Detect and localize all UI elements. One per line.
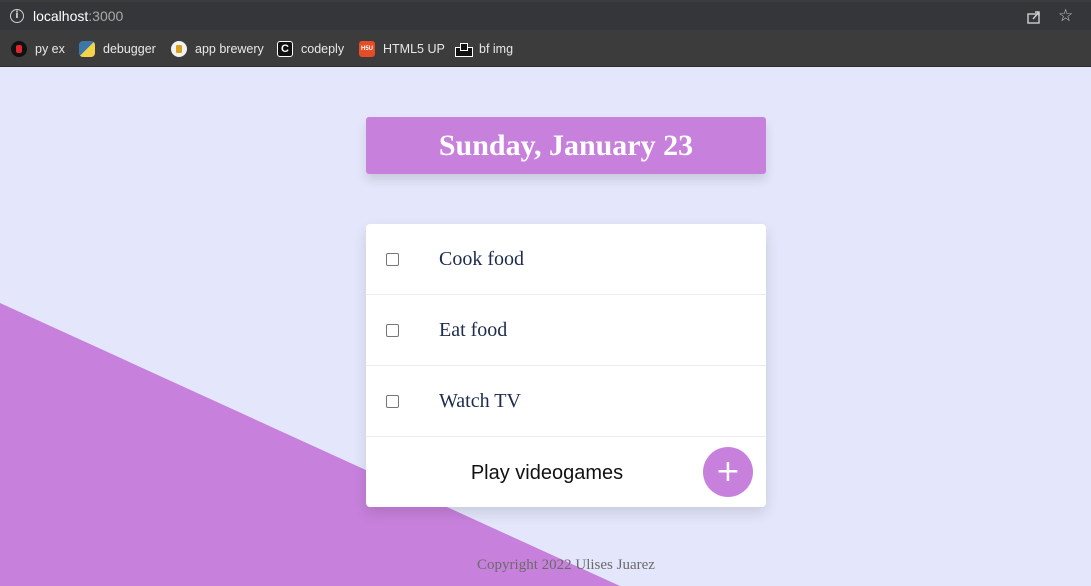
bookmark-label: HTML5 UP [383, 42, 445, 56]
share-icon[interactable] [1026, 9, 1042, 25]
item-checkbox[interactable] [386, 394, 399, 408]
add-item-form: + [366, 437, 766, 507]
bookmark-label: app brewery [195, 42, 264, 56]
star-icon[interactable]: ☆ [1058, 7, 1073, 25]
list-item: Eat food [366, 295, 766, 366]
app-brewery-favicon-icon [171, 41, 187, 57]
py-ex-favicon-icon [11, 41, 27, 57]
html5up-favicon-icon: H5U [359, 41, 375, 57]
bookmark-py-ex[interactable]: py ex [11, 40, 65, 58]
item-label: Eat food [439, 318, 508, 341]
list-item: Cook food [366, 224, 766, 295]
bookmark-debugger[interactable]: debugger [79, 40, 156, 58]
item-label: Watch TV [439, 389, 521, 412]
bookmark-bf-img[interactable]: bf img [455, 40, 513, 58]
url-host: localhost [33, 8, 89, 24]
todo-list: Cook food Eat food Watch TV + [366, 224, 766, 507]
bookmark-label: codeply [301, 42, 345, 56]
bookmarks-bar: py ex debugger app brewery C codeply H5U… [0, 32, 1091, 67]
new-item-input[interactable] [402, 453, 692, 493]
info-icon[interactable]: i [10, 9, 24, 23]
list-item: Watch TV [366, 366, 766, 437]
browser-toolbar: i localhost:3000 ☆ [0, 0, 1091, 32]
url-text[interactable]: localhost:3000 [33, 8, 123, 24]
bookmark-codeply[interactable]: C codeply [277, 40, 344, 58]
address-bar[interactable]: i localhost:3000 ☆ [0, 2, 1091, 30]
bookmark-app-brewery[interactable]: app brewery [171, 40, 264, 58]
bookmark-html5-up[interactable]: H5U HTML5 UP [359, 40, 445, 58]
date-heading: Sunday, January 23 [366, 117, 766, 174]
item-checkbox[interactable] [386, 252, 399, 266]
add-button[interactable]: + [703, 447, 753, 497]
bf-img-favicon-icon [455, 41, 473, 57]
footer-copyright: Copyright 2022 Ulises Juarez [477, 557, 655, 573]
bookmark-label: bf img [479, 42, 514, 56]
codeply-favicon-icon: C [277, 41, 293, 57]
item-label: Cook food [439, 247, 524, 270]
bookmark-label: py ex [35, 42, 65, 56]
python-favicon-icon [79, 41, 95, 57]
item-checkbox[interactable] [386, 323, 399, 337]
bookmark-label: debugger [103, 42, 156, 56]
url-port: :3000 [88, 8, 124, 24]
page-body: Sunday, January 23 Cook food Eat food Wa… [0, 67, 1091, 586]
